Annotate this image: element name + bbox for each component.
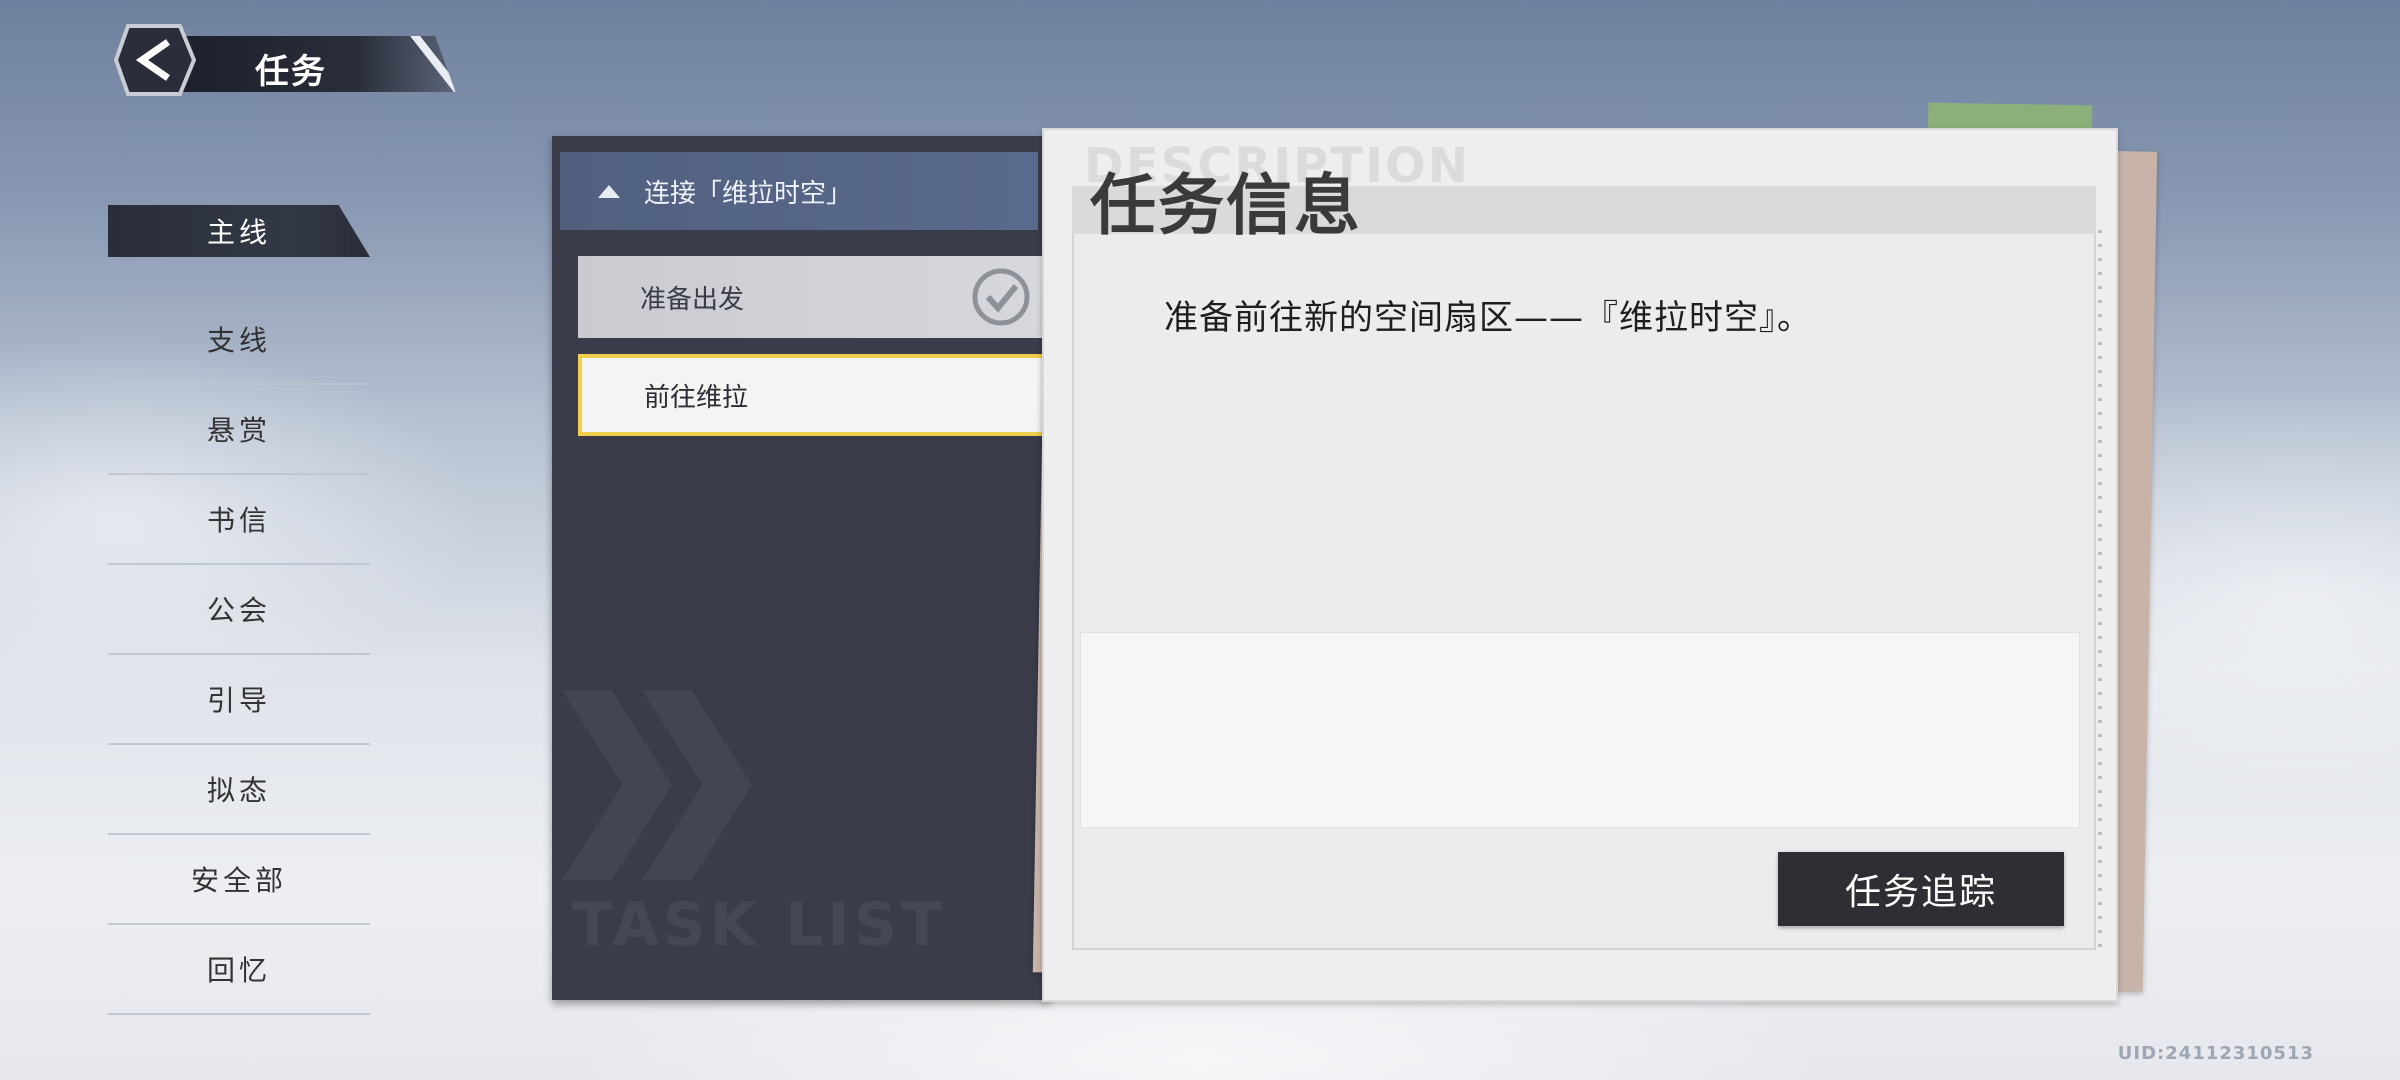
task-item-completed[interactable]: 准备出发 [578, 256, 1050, 338]
track-task-button[interactable]: 任务追踪 [1778, 852, 2064, 926]
category-nav: 主线 支线 悬赏 书信 公会 引导 拟态 安全部 回忆 [108, 205, 370, 1015]
nav-item-guild[interactable]: 公会 [108, 565, 370, 655]
task-info-panel: DESCRIPTION 任务信息 准备前往新的空间扇区——『维拉时空』。 任务追… [1042, 128, 2118, 1002]
title-plate [170, 36, 456, 92]
nav-item-guide[interactable]: 引导 [108, 655, 370, 745]
paper-perforation [2098, 230, 2102, 950]
back-button[interactable] [110, 18, 200, 102]
top-bar: 任务 [110, 14, 510, 104]
chapter-title: 连接「维拉时空」 [644, 178, 853, 209]
reward-area [1080, 632, 2080, 828]
page-title: 任务 [255, 52, 327, 92]
nav-item-security[interactable]: 安全部 [108, 835, 370, 925]
nav-item-memory[interactable]: 回忆 [108, 925, 370, 1015]
uid-label: UID:24112310513 [2117, 1043, 2314, 1064]
task-label: 前往维拉 [644, 382, 749, 413]
chevron-left-icon [113, 24, 197, 96]
task-list-watermark: TASK LIST [572, 890, 946, 960]
task-list-panel: TASK LIST 连接「维拉时空」 准备出发 前往维拉 [552, 136, 1050, 1000]
nav-item-side[interactable]: 支线 [108, 295, 370, 385]
task-label: 准备出发 [640, 284, 745, 315]
nav-item-simulacra[interactable]: 拟态 [108, 745, 370, 835]
collapse-arrow-icon [598, 184, 620, 198]
task-item-current[interactable]: 前往维拉 [578, 354, 1050, 436]
nav-item-letters[interactable]: 书信 [108, 475, 370, 565]
nav-item-bounty[interactable]: 悬赏 [108, 385, 370, 475]
task-info-title: 任务信息 [1090, 167, 1362, 244]
task-description: 准备前往新的空间扇区——『维拉时空』。 [1164, 298, 1812, 338]
checkmark-icon [972, 268, 1030, 326]
chevron-decoration [562, 690, 672, 880]
nav-item-main[interactable]: 主线 [108, 205, 370, 257]
chapter-header[interactable]: 连接「维拉时空」 [560, 152, 1038, 230]
